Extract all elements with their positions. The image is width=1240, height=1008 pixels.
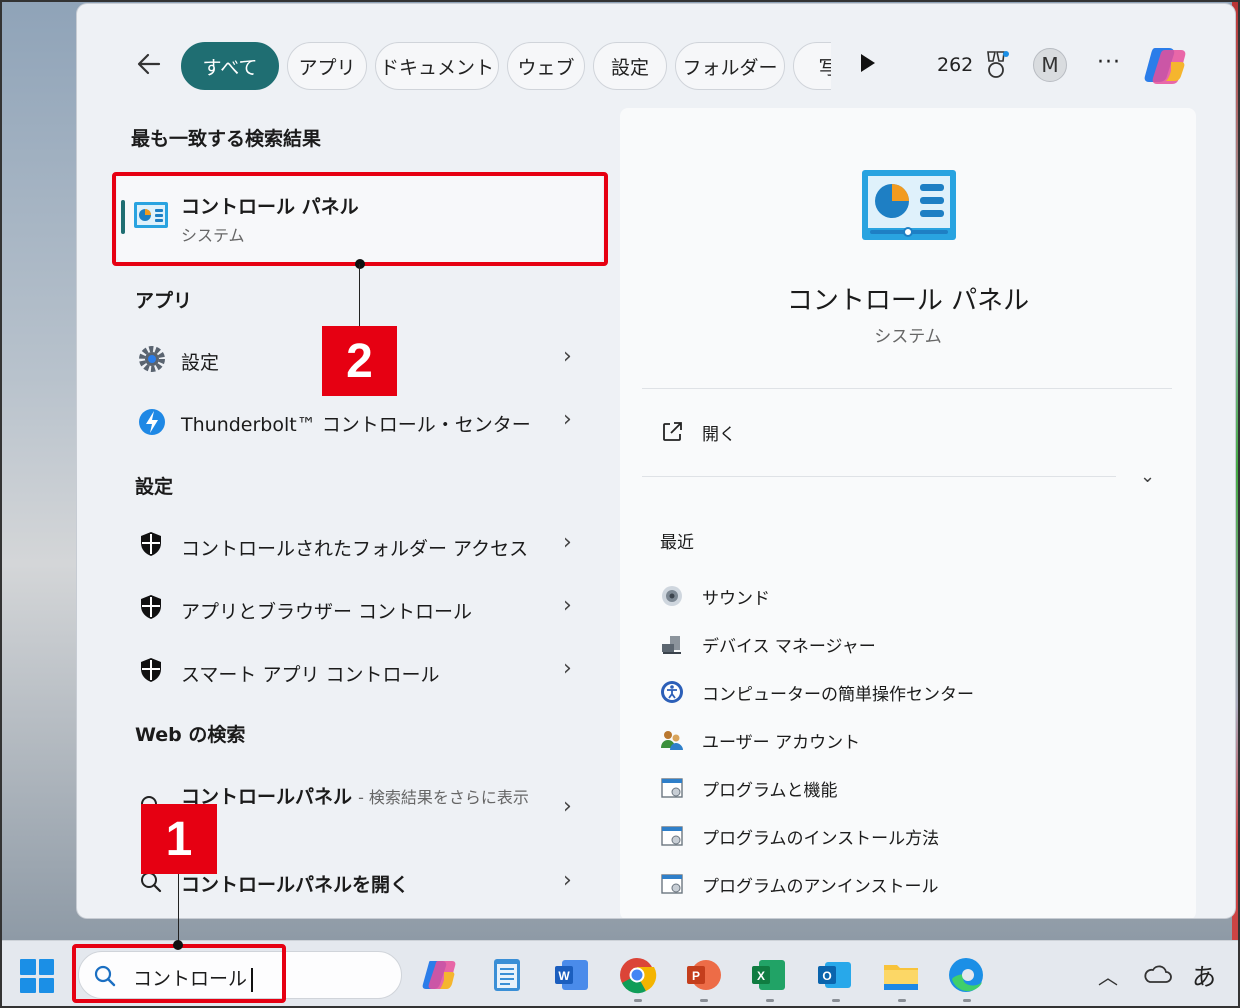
setting-app-browser-label[interactable]: アプリとブラウザー コントロール xyxy=(181,597,472,624)
recent-item-label[interactable]: サウンド xyxy=(702,584,770,609)
programs-icon xyxy=(661,826,683,846)
tab-all[interactable]: すべて xyxy=(181,42,279,90)
file-explorer-icon[interactable] xyxy=(881,955,921,995)
recent-item-label[interactable]: コンピューターの簡単操作センター xyxy=(702,680,974,705)
divider xyxy=(642,388,1172,389)
gear-icon xyxy=(139,346,165,372)
svg-text:O: O xyxy=(822,969,831,983)
annotation-box-best-match xyxy=(112,172,608,266)
detail-title: コントロール パネル xyxy=(786,286,1030,316)
app-settings-label[interactable]: 設定 xyxy=(181,348,219,375)
copilot-taskbar-icon[interactable] xyxy=(420,955,460,995)
recent-heading: 最近 xyxy=(660,533,694,553)
word-icon[interactable]: W xyxy=(552,955,592,995)
annotation-dot xyxy=(355,259,365,269)
chevron-right-icon[interactable]: › xyxy=(563,407,572,432)
shield-icon xyxy=(141,658,161,682)
open-external-icon[interactable] xyxy=(660,420,684,444)
detail-subtitle: システム xyxy=(874,327,942,347)
annotation-box-search xyxy=(72,944,286,1003)
app-thunderbolt-label[interactable]: Thunderbolt™ コントロール・センター xyxy=(181,410,531,437)
back-arrow-icon[interactable] xyxy=(133,48,165,80)
tab-apps[interactable]: アプリ xyxy=(287,42,367,90)
annotation-dot xyxy=(173,940,183,950)
running-indicator xyxy=(700,999,708,1002)
rewards-medal-icon[interactable] xyxy=(983,50,1009,80)
search-panel: すべて アプリ ドキュメント ウェブ 設定 フォルダー 写 262 M ··· … xyxy=(77,4,1235,918)
chevron-right-icon[interactable]: › xyxy=(563,868,572,893)
tab-settings[interactable]: 設定 xyxy=(593,42,667,90)
web-open-control-panel-label[interactable]: コントロールパネルを開く xyxy=(181,870,409,897)
programs-icon xyxy=(661,778,683,798)
web-result-hint: - 検索結果をさらに表示 xyxy=(358,788,529,807)
excel-icon[interactable]: X xyxy=(749,955,789,995)
chevron-right-icon[interactable]: › xyxy=(563,794,572,819)
rewards-points: 262 xyxy=(937,54,974,76)
svg-text:X: X xyxy=(757,969,765,983)
running-indicator xyxy=(766,999,774,1002)
tab-photos[interactable]: 写 xyxy=(793,42,831,90)
chrome-icon[interactable] xyxy=(617,955,657,995)
web-search-heading: Web の検索 xyxy=(135,724,246,746)
running-indicator xyxy=(634,999,642,1002)
open-action[interactable]: 開く xyxy=(702,420,736,445)
setting-folder-access-label[interactable]: コントロールされたフォルダー アクセス xyxy=(181,534,528,561)
recent-item-label[interactable]: プログラムのアンインストール xyxy=(702,872,938,897)
users-icon xyxy=(661,731,683,750)
onedrive-cloud-icon[interactable] xyxy=(1142,963,1172,985)
apps-heading: アプリ xyxy=(135,290,193,312)
tab-documents[interactable]: ドキュメント xyxy=(375,42,499,90)
svg-text:P: P xyxy=(692,969,700,983)
control-panel-large-icon xyxy=(862,170,956,240)
tab-folders[interactable]: フォルダー xyxy=(675,42,785,90)
shield-icon xyxy=(141,595,161,619)
outlook-icon[interactable]: O xyxy=(815,955,855,995)
chevron-right-icon[interactable]: › xyxy=(563,344,572,369)
speaker-icon xyxy=(662,586,682,606)
recent-item-label[interactable]: ユーザー アカウント xyxy=(702,728,860,753)
recent-item-label[interactable]: デバイス マネージャー xyxy=(702,632,876,657)
scroll-tabs-icon[interactable] xyxy=(861,54,875,72)
chevron-up-icon[interactable]: ︿ xyxy=(1098,961,1118,990)
recent-item-label[interactable]: プログラムと機能 xyxy=(702,776,838,801)
annotation-leader-line xyxy=(178,874,179,944)
setting-smart-app-label[interactable]: スマート アプリ コントロール xyxy=(181,660,440,687)
powerpoint-icon[interactable]: P xyxy=(684,955,724,995)
svg-text:W: W xyxy=(558,969,570,983)
ime-mode-indicator[interactable]: あ xyxy=(1192,957,1216,992)
windows-start-icon[interactable] xyxy=(20,959,54,993)
more-options-icon[interactable]: ··· xyxy=(1097,50,1121,75)
detail-pane: コントロール パネル システム 開く ⌄ 最近 サウンド デバイス マネージャー… xyxy=(620,108,1196,918)
settings-heading: 設定 xyxy=(135,476,174,498)
running-indicator xyxy=(898,999,906,1002)
chevron-right-icon[interactable]: › xyxy=(563,593,572,618)
thunderbolt-icon xyxy=(139,409,165,435)
chevron-right-icon[interactable]: › xyxy=(563,530,572,555)
annotation-leader-line xyxy=(359,264,360,326)
programs-icon xyxy=(661,874,683,894)
device-manager-icon xyxy=(662,636,681,654)
recent-item-label[interactable]: プログラムのインストール方法 xyxy=(702,824,939,849)
divider xyxy=(642,476,1116,477)
copilot-icon[interactable] xyxy=(1143,42,1191,90)
best-match-heading: 最も一致する検索結果 xyxy=(131,128,322,150)
tab-photos-partial[interactable]: 写 xyxy=(793,42,831,90)
chevron-right-icon[interactable]: › xyxy=(563,656,572,681)
running-indicator xyxy=(832,999,840,1002)
annotation-badge-2: 2 xyxy=(322,326,397,396)
web-result-label[interactable]: コントロールパネル - 検索結果をさらに表示 xyxy=(181,782,529,809)
user-avatar[interactable]: M xyxy=(1033,48,1067,82)
tab-web[interactable]: ウェブ xyxy=(507,42,585,90)
notepad-icon[interactable] xyxy=(487,955,527,995)
edge-icon[interactable] xyxy=(946,955,986,995)
running-indicator xyxy=(963,999,971,1002)
shield-icon xyxy=(141,532,161,556)
annotation-badge-1: 1 xyxy=(141,804,217,874)
chevron-down-icon[interactable]: ⌄ xyxy=(1140,466,1155,487)
accessibility-icon xyxy=(661,681,683,703)
